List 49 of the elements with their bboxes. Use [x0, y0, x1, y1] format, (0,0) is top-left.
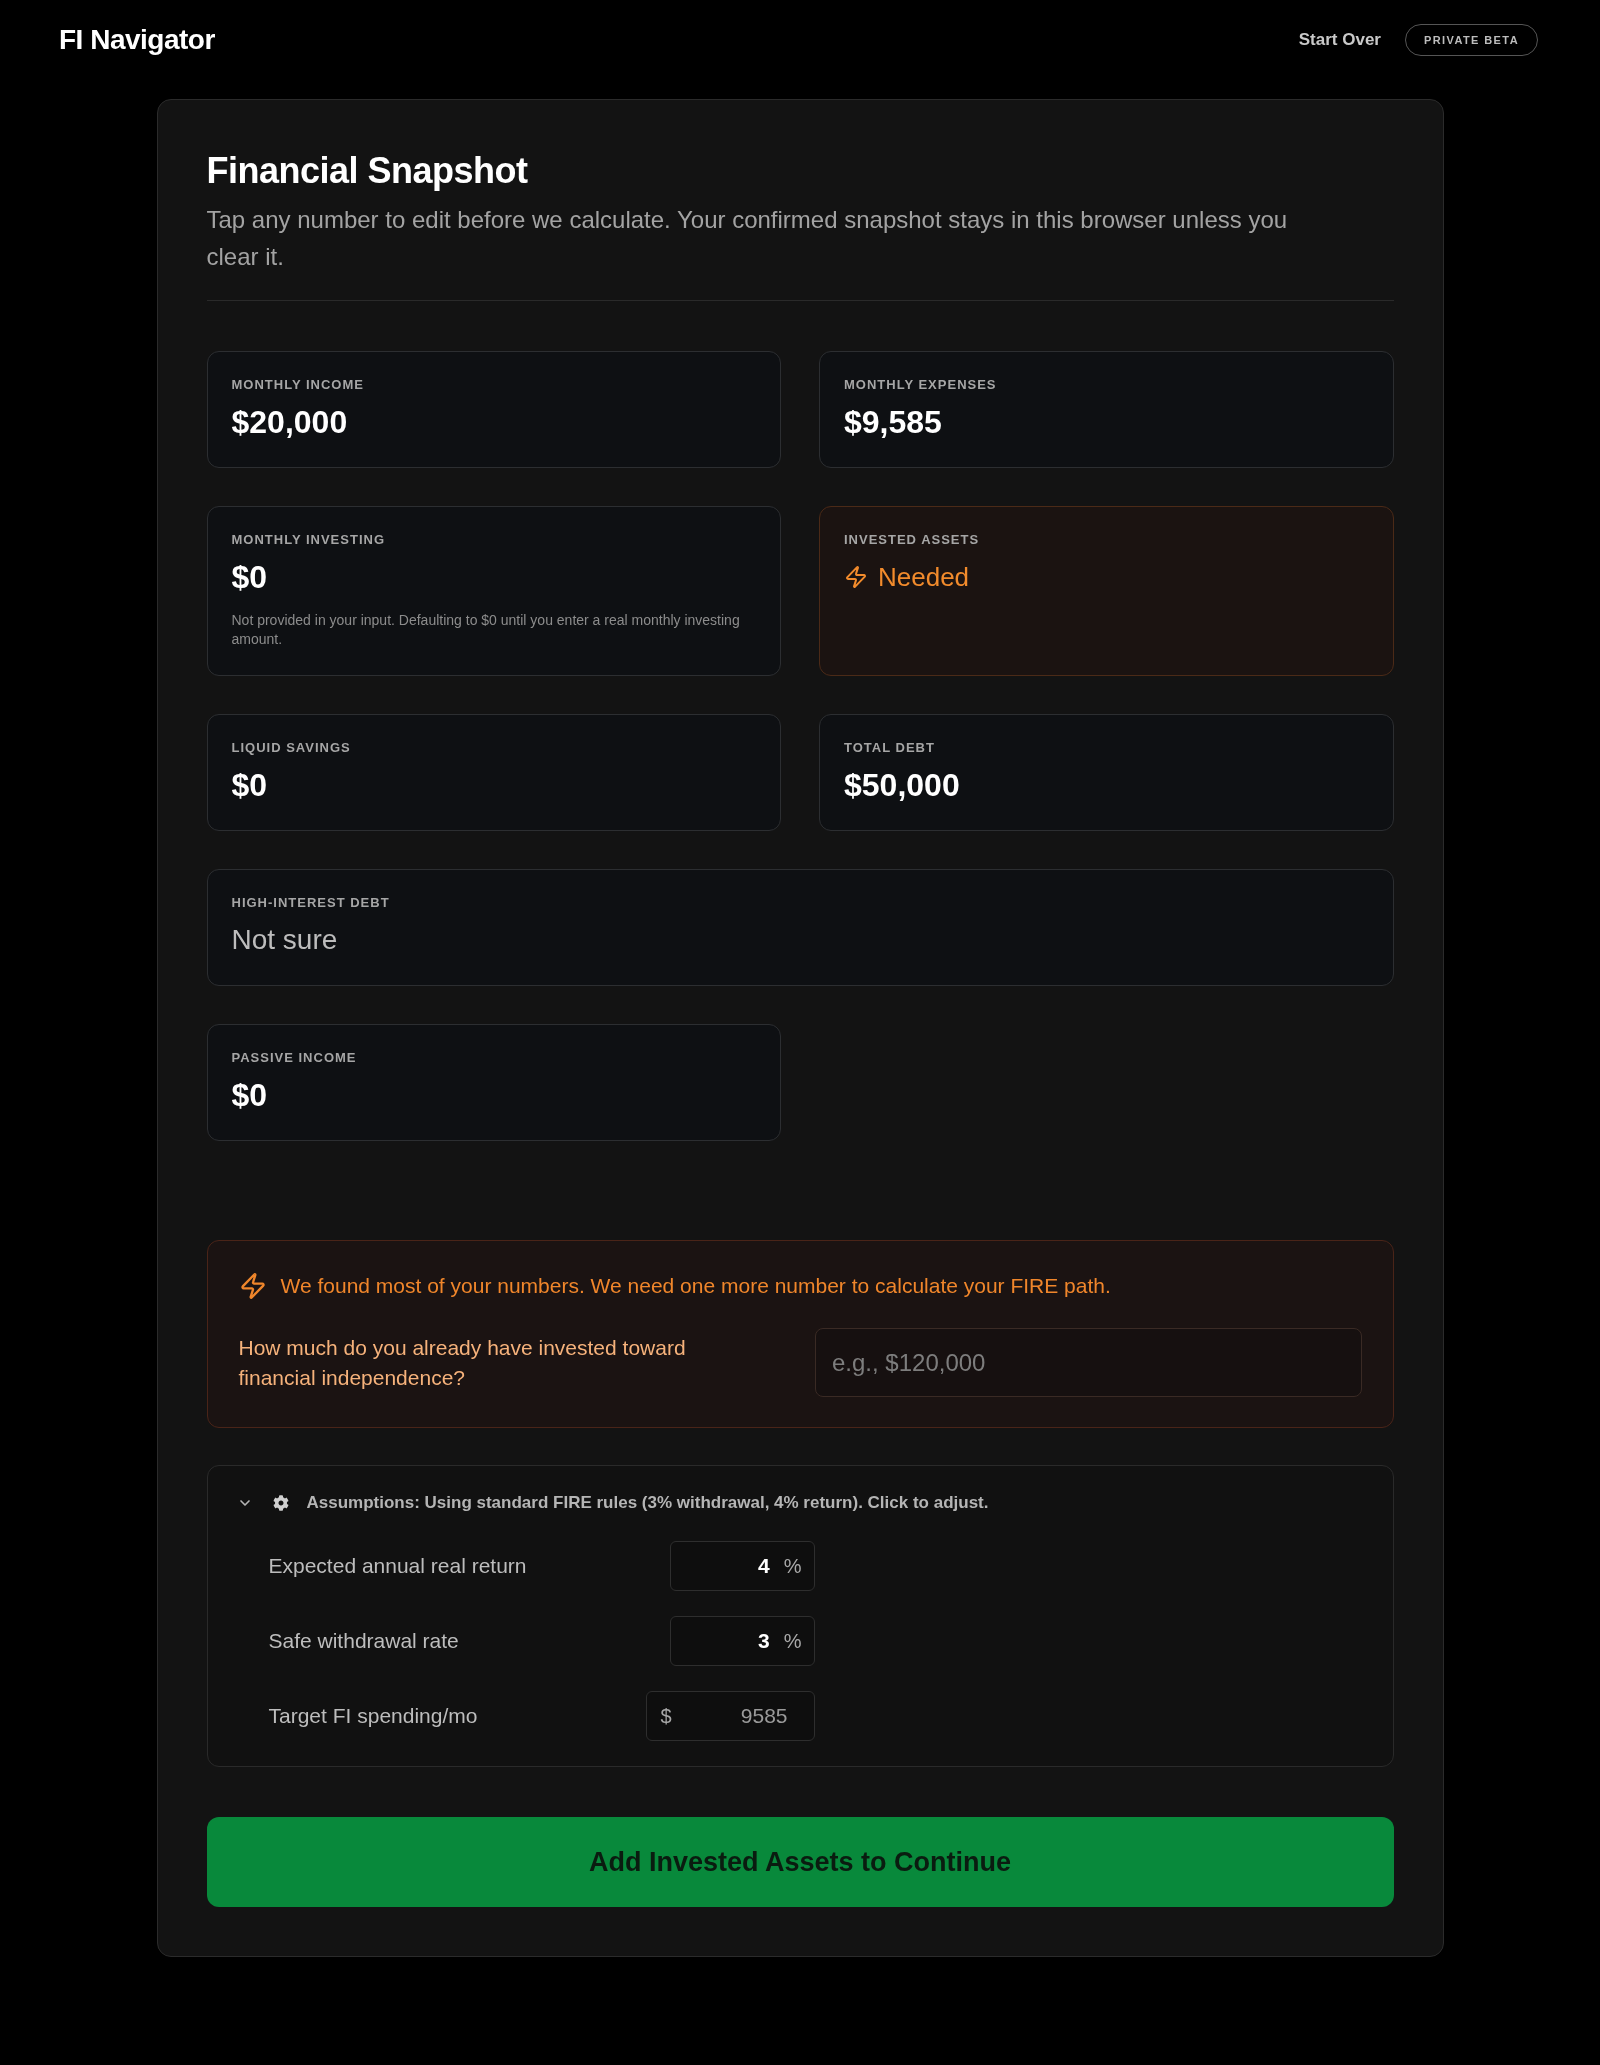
field-label: PASSIVE INCOME: [231, 1050, 358, 1066]
page-title: Financial Snapshot: [206, 149, 529, 193]
field-value: $50,000: [844, 766, 961, 804]
missing-field-card[interactable]: INVESTED ASSETS Needed: [819, 506, 1394, 676]
number-field[interactable]: 3 %: [669, 1616, 815, 1666]
question-text: How much do you already have invested toward financial independence?: [238, 1334, 687, 1391]
start-over-link[interactable]: Start Over: [1298, 30, 1381, 50]
missing-info-message: We found most of your numbers. We need one more number to calculate your FIRE path.: [280, 1273, 1111, 1299]
field-label: MONTHLY INVESTING: [231, 532, 387, 548]
field-value: $0: [231, 1076, 269, 1114]
unit-label: %: [783, 1554, 802, 1578]
field-label: MONTHLY INCOME: [231, 377, 365, 393]
field-label: LIQUID SAVINGS: [231, 740, 352, 756]
field-card[interactable]: MONTHLY EXPENSES $9,585: [819, 351, 1394, 468]
field-note: Not provided in your input. Defaulting to $0 until you enter a real monthly investing amount.: [231, 611, 741, 649]
number-field[interactable]: $ 9585: [645, 1691, 815, 1741]
field-card[interactable]: MONTHLY INVESTING $0 Not provided in your input. Defaulting to $0 until you enter a real monthly investing amount.: [206, 506, 781, 676]
field-card[interactable]: TOTAL DEBT $50,000: [819, 714, 1394, 831]
amount-input[interactable]: e.g., $120,000: [815, 1328, 1362, 1397]
field-value: $9,585: [844, 403, 943, 441]
field-label: MONTHLY EXPENSES: [844, 377, 998, 393]
app-logo: FI Navigator: [59, 24, 215, 56]
continue-button[interactable]: Add Invested Assets to Continue: [206, 1817, 1394, 1907]
field-label: TOTAL DEBT: [844, 740, 936, 756]
field-label: INVESTED ASSETS: [844, 532, 981, 548]
field-card[interactable]: MONTHLY INCOME $20,000: [206, 351, 781, 468]
unit-label: %: [783, 1629, 802, 1653]
field-value: $0: [231, 766, 269, 804]
field-label: HIGH-INTEREST DEBT: [231, 895, 391, 911]
currency-symbol: $: [660, 1704, 672, 1728]
number-input[interactable]: 4: [684, 1552, 770, 1580]
assumption-label: Expected annual real return: [268, 1553, 528, 1579]
field-card[interactable]: LIQUID SAVINGS $0: [206, 714, 781, 831]
assumptions-toggle[interactable]: Assumptions: Using standard FIRE rules (3% withdrawal, 4% return). Click to adjust.: [235, 1491, 989, 1515]
lightning-icon: [844, 565, 868, 589]
assumption-label: Target FI spending/mo: [268, 1703, 479, 1729]
number-input[interactable]: 9585: [685, 1702, 802, 1730]
settings-icon: [272, 1495, 289, 1511]
page-description: Tap any number to edit before we calculate. Your confirmed snapshot stays in this browser unless you clear it.: [206, 205, 1289, 272]
field-value: $0: [231, 558, 269, 596]
lightning-icon: [238, 1272, 267, 1300]
field-value: Not sure: [231, 923, 339, 957]
number-input[interactable]: 3: [684, 1627, 770, 1655]
field-card[interactable]: HIGH-INTEREST DEBT Not sure: [206, 869, 1394, 986]
field-value: $20,000: [231, 403, 349, 441]
field-card[interactable]: PASSIVE INCOME $0: [206, 1024, 781, 1141]
number-field[interactable]: 4 %: [669, 1541, 815, 1591]
field-value: Needed: [878, 561, 970, 594]
assumption-label: Safe withdrawal rate: [268, 1628, 460, 1654]
